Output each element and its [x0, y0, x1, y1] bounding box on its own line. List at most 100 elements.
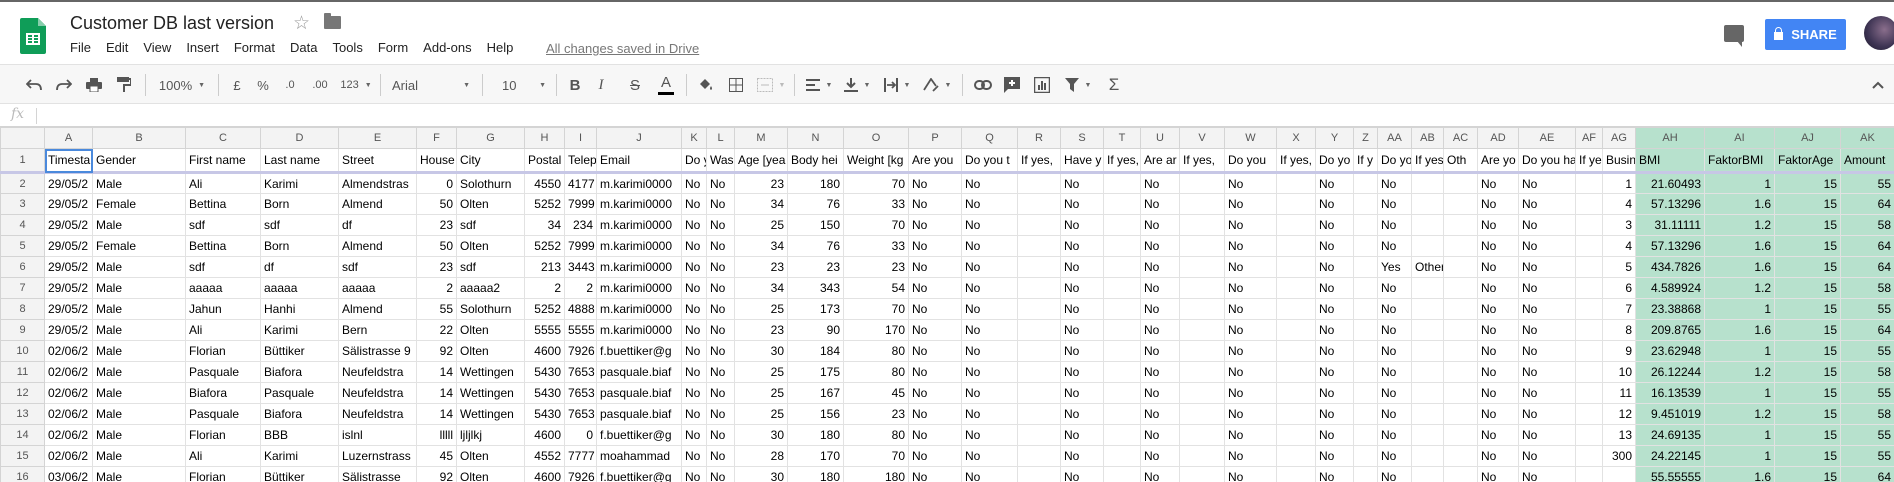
cell[interactable]: 4550 [524, 172, 565, 194]
cell[interactable] [1353, 319, 1378, 341]
cell[interactable]: No [1060, 172, 1104, 194]
cell[interactable] [1353, 172, 1378, 194]
cell[interactable]: 15 [1774, 466, 1841, 482]
cell[interactable]: No [706, 424, 735, 446]
cell[interactable]: 15 [1774, 277, 1841, 299]
font-select[interactable]: Arial ▼ [388, 65, 474, 105]
cell[interactable]: 58 [1840, 403, 1894, 425]
cell[interactable]: Florian [185, 466, 261, 482]
cell[interactable] [1103, 382, 1141, 404]
cell[interactable]: 1.2 [1704, 277, 1775, 299]
cell[interactable]: 15 [1774, 361, 1841, 383]
cell[interactable]: No [1224, 319, 1277, 341]
cell[interactable]: No [1477, 193, 1519, 215]
cell[interactable]: 5430 [524, 403, 565, 425]
cell[interactable]: No [908, 424, 962, 446]
cell[interactable]: 3 [1602, 214, 1636, 236]
cell[interactable]: 5252 [524, 235, 565, 257]
cell[interactable]: Male [92, 424, 186, 446]
cell[interactable] [1443, 256, 1478, 278]
cell[interactable]: No [681, 277, 707, 299]
cell[interactable]: No [961, 298, 1018, 320]
cell[interactable]: Ali [185, 172, 261, 194]
cell[interactable]: 234 [564, 214, 597, 236]
cell[interactable]: No [706, 382, 735, 404]
cell[interactable] [1443, 298, 1478, 320]
cell[interactable]: Sälistrasse 9 [338, 340, 417, 362]
cell[interactable]: No [1140, 319, 1180, 341]
cell[interactable]: 15 [1774, 319, 1841, 341]
cell[interactable]: No [1140, 172, 1180, 194]
cell[interactable]: No [1518, 214, 1576, 236]
menu-tools[interactable]: Tools [332, 40, 362, 55]
cell[interactable]: 1 [1602, 172, 1636, 194]
header-cell[interactable]: Was [706, 148, 735, 174]
cell[interactable]: No [908, 277, 962, 299]
cell[interactable]: Male [92, 361, 186, 383]
cell[interactable] [1443, 277, 1478, 299]
cell[interactable]: 175 [787, 361, 844, 383]
cell[interactable]: No [681, 403, 707, 425]
cell[interactable] [1575, 445, 1603, 467]
fill-color-icon[interactable] [694, 65, 718, 105]
increase-decimal-button[interactable]: .00 [306, 65, 334, 105]
header-cell[interactable]: Oth [1443, 148, 1478, 174]
cell[interactable]: pasquale.biaf [596, 361, 682, 383]
cell[interactable]: df [260, 256, 339, 278]
cell[interactable] [1353, 298, 1378, 320]
header-cell[interactable]: If yes, [1179, 148, 1225, 174]
header-cell[interactable]: Do you t [961, 148, 1018, 174]
cell[interactable] [1276, 298, 1316, 320]
column-header[interactable]: F [416, 127, 457, 149]
cell[interactable]: 10 [1602, 361, 1636, 383]
cell[interactable] [1411, 424, 1444, 446]
cell[interactable]: Male [92, 298, 186, 320]
text-rotation-icon[interactable]: ▼ [920, 65, 954, 105]
cell[interactable]: f.buettiker@g [596, 340, 682, 362]
cell[interactable] [1276, 319, 1316, 341]
cell[interactable]: Karimi [260, 172, 339, 194]
cell[interactable]: m.karimi0000 [596, 277, 682, 299]
header-cell[interactable]: Gender [92, 148, 186, 174]
cell[interactable]: Karimi [260, 319, 339, 341]
cell[interactable]: No [1518, 298, 1576, 320]
percent-button[interactable]: % [252, 65, 274, 105]
cell[interactable]: Sälistrasse [338, 466, 417, 482]
cell[interactable]: No [1060, 319, 1104, 341]
cell[interactable]: Olten [456, 340, 525, 362]
cell[interactable] [1103, 277, 1141, 299]
cell[interactable]: No [1518, 403, 1576, 425]
cell[interactable]: Hanhi [260, 298, 339, 320]
cell[interactable]: 3443 [564, 256, 597, 278]
cell[interactable] [1276, 193, 1316, 215]
cell[interactable]: 58 [1840, 361, 1894, 383]
cell[interactable]: 300 [1602, 445, 1636, 467]
cell[interactable]: Almendstras [338, 172, 417, 194]
cell[interactable]: Male [92, 319, 186, 341]
cell[interactable]: 28 [734, 445, 788, 467]
header-cell[interactable]: Timesta [44, 148, 93, 174]
cell[interactable]: 02/06/2 [44, 445, 93, 467]
cell[interactable] [1443, 424, 1478, 446]
header-cell[interactable]: Have y [1060, 148, 1104, 174]
cell[interactable]: 54 [843, 277, 909, 299]
cell[interactable]: 5252 [524, 298, 565, 320]
cell[interactable]: No [1315, 214, 1354, 236]
cell[interactable]: 29/05/2 [44, 235, 93, 257]
cell[interactable]: 4177 [564, 172, 597, 194]
cell[interactable]: 55.55555 [1635, 466, 1705, 482]
row-number[interactable]: 7 [0, 277, 45, 299]
cell[interactable]: Büttiker [260, 340, 339, 362]
cell[interactable]: 15 [1774, 256, 1841, 278]
vertical-align-icon[interactable]: ▼ [840, 65, 874, 105]
cell[interactable]: 23 [734, 319, 788, 341]
cell[interactable]: No [1477, 298, 1519, 320]
cell[interactable]: Karimi [260, 445, 339, 467]
cell[interactable]: 64 [1840, 235, 1894, 257]
cell[interactable] [1276, 277, 1316, 299]
cell[interactable]: 1 [1704, 298, 1775, 320]
row-number[interactable]: 15 [0, 445, 45, 467]
cell[interactable] [1103, 172, 1141, 194]
cell[interactable] [1411, 214, 1444, 236]
merge-cells-icon[interactable]: ▼ [754, 65, 788, 105]
